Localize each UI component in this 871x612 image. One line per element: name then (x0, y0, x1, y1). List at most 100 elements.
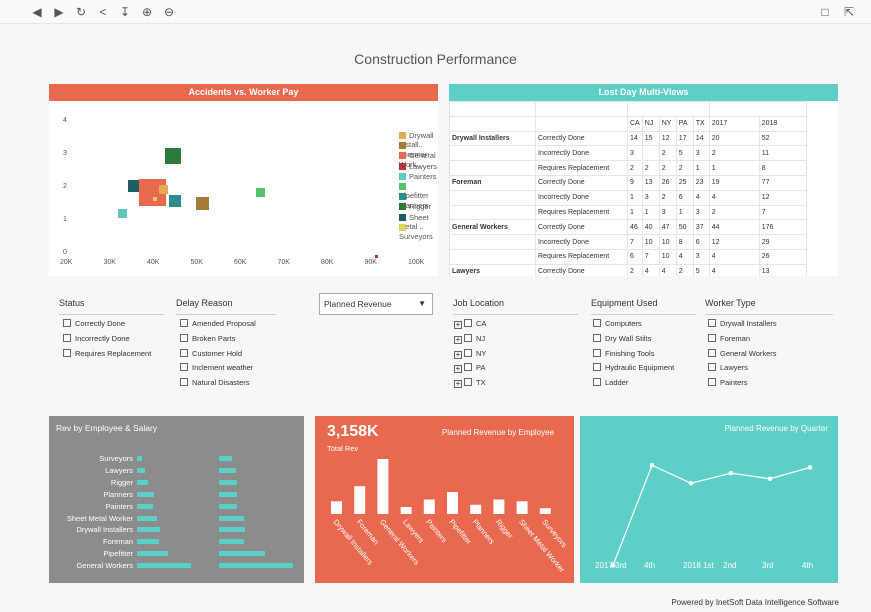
scatter-point[interactable] (375, 255, 378, 258)
revenue-bar[interactable] (137, 563, 192, 569)
location-option[interactable]: + PA (454, 363, 485, 374)
location-option[interactable]: + CA (454, 319, 486, 329)
equipment-option[interactable]: Hydraulic Equipment (593, 363, 674, 372)
scatter-point[interactable] (169, 195, 181, 207)
equipment-option[interactable]: Computers (593, 319, 642, 328)
scatter-point[interactable] (153, 197, 157, 201)
scatter-point[interactable] (159, 185, 168, 194)
revenue-bar[interactable] (493, 499, 505, 514)
checkbox[interactable] (464, 333, 472, 342)
worker-option[interactable]: General Workers (708, 348, 777, 358)
delay-option[interactable]: Broken Parts (180, 333, 235, 343)
checkbox[interactable] (593, 378, 601, 387)
checkbox[interactable] (464, 319, 472, 327)
checkbox[interactable] (593, 363, 601, 372)
revenue-bar[interactable] (137, 467, 145, 473)
fullscreen-icon[interactable]: ⇱ (842, 5, 856, 19)
zoom-in-icon[interactable]: ⊕ (140, 5, 154, 19)
salary-bar[interactable] (219, 503, 238, 509)
back-icon[interactable]: ◀ (30, 5, 44, 19)
legend-item[interactable]: Painters (399, 172, 437, 181)
location-option[interactable]: + TX (454, 378, 486, 389)
salary-bar[interactable] (219, 527, 246, 533)
checkbox[interactable] (180, 378, 188, 387)
checkbox[interactable] (180, 363, 188, 372)
equipment-option[interactable]: Finishing Tools (593, 348, 654, 358)
legend-item[interactable]: Surveyors (399, 223, 438, 241)
share-icon[interactable]: < (96, 5, 110, 19)
worker-option[interactable]: Lawyers (708, 363, 748, 372)
worker-option[interactable]: Painters (708, 378, 748, 387)
location-option[interactable]: + NJ (454, 333, 485, 344)
salary-bar[interactable] (219, 456, 233, 461)
salary-bar[interactable] (219, 491, 238, 497)
checkbox[interactable] (708, 333, 716, 342)
scatter-point[interactable] (196, 197, 209, 210)
checkbox[interactable] (63, 333, 71, 342)
revenue-bar[interactable] (137, 491, 155, 497)
expand-icon[interactable]: + (454, 365, 462, 374)
revenue-bar[interactable] (137, 551, 168, 557)
revenue-bar[interactable] (354, 486, 366, 514)
checkbox[interactable] (464, 363, 472, 372)
refresh-icon[interactable]: ↻ (74, 5, 88, 19)
data-point[interactable] (649, 462, 655, 468)
delay-option[interactable]: Customer Hold (180, 348, 242, 358)
scatter-point[interactable] (165, 148, 181, 164)
status-option[interactable]: Incorrectly Done (63, 333, 130, 343)
checkbox[interactable] (63, 348, 71, 357)
delay-option[interactable]: Natural Disasters (180, 378, 250, 387)
revenue-select[interactable]: Planned Revenue ▼ (319, 293, 433, 315)
data-point[interactable] (688, 480, 694, 486)
checkbox[interactable] (180, 333, 188, 342)
revenue-bar[interactable] (137, 503, 153, 509)
expand-icon[interactable]: + (454, 321, 462, 329)
data-point[interactable] (728, 470, 734, 476)
checkbox[interactable] (464, 348, 472, 357)
zoom-out-icon[interactable]: ⊖ (162, 5, 176, 19)
data-point[interactable] (807, 465, 813, 470)
revenue-bar[interactable] (137, 515, 158, 521)
checkbox[interactable] (593, 319, 601, 327)
salary-bar[interactable] (219, 539, 244, 545)
salary-bar[interactable] (219, 551, 266, 557)
revenue-bar[interactable] (137, 456, 142, 461)
checkbox[interactable] (180, 348, 188, 357)
checkbox[interactable] (708, 363, 716, 372)
delay-option[interactable]: Inclement weather (180, 363, 253, 372)
revenue-bar[interactable] (516, 501, 528, 514)
expand-icon[interactable]: + (454, 350, 462, 359)
checkbox[interactable] (464, 378, 472, 387)
delay-option[interactable]: Amended Proposal (180, 319, 256, 328)
location-option[interactable]: + NY (454, 348, 486, 359)
revenue-bar[interactable] (137, 539, 159, 545)
legend-item[interactable]: Rigger (399, 202, 431, 211)
download-icon[interactable]: ↧ (118, 5, 132, 19)
legend-item[interactable]: Lawyers (399, 162, 437, 171)
salary-bar[interactable] (219, 479, 238, 485)
revenue-bar[interactable] (470, 504, 482, 514)
status-option[interactable]: Correctly Done (63, 319, 125, 328)
checkbox[interactable] (708, 319, 716, 327)
worker-option[interactable]: Drywall Installers (708, 319, 777, 328)
status-option[interactable]: Requires Replacement (63, 348, 151, 358)
revenue-bar[interactable] (423, 499, 435, 514)
expand-icon[interactable]: + (454, 380, 462, 389)
scatter-point[interactable] (118, 209, 127, 218)
scatter-point[interactable] (256, 188, 265, 197)
worker-option[interactable]: Foreman (708, 333, 750, 343)
checkbox[interactable] (593, 348, 601, 357)
checkbox[interactable] (63, 319, 71, 327)
revenue-bar[interactable] (137, 479, 148, 485)
checkbox[interactable] (593, 333, 601, 342)
revenue-bar[interactable] (331, 501, 342, 514)
checkbox[interactable] (180, 319, 188, 327)
data-point[interactable] (767, 476, 773, 482)
equipment-option[interactable]: Ladder (593, 378, 628, 387)
revenue-bar[interactable] (539, 508, 551, 514)
revenue-bar[interactable] (447, 492, 458, 514)
checkbox[interactable] (708, 378, 716, 387)
revenue-bar[interactable] (400, 507, 412, 514)
bookmark-icon[interactable]: □ (818, 5, 832, 19)
checkbox[interactable] (708, 348, 716, 357)
